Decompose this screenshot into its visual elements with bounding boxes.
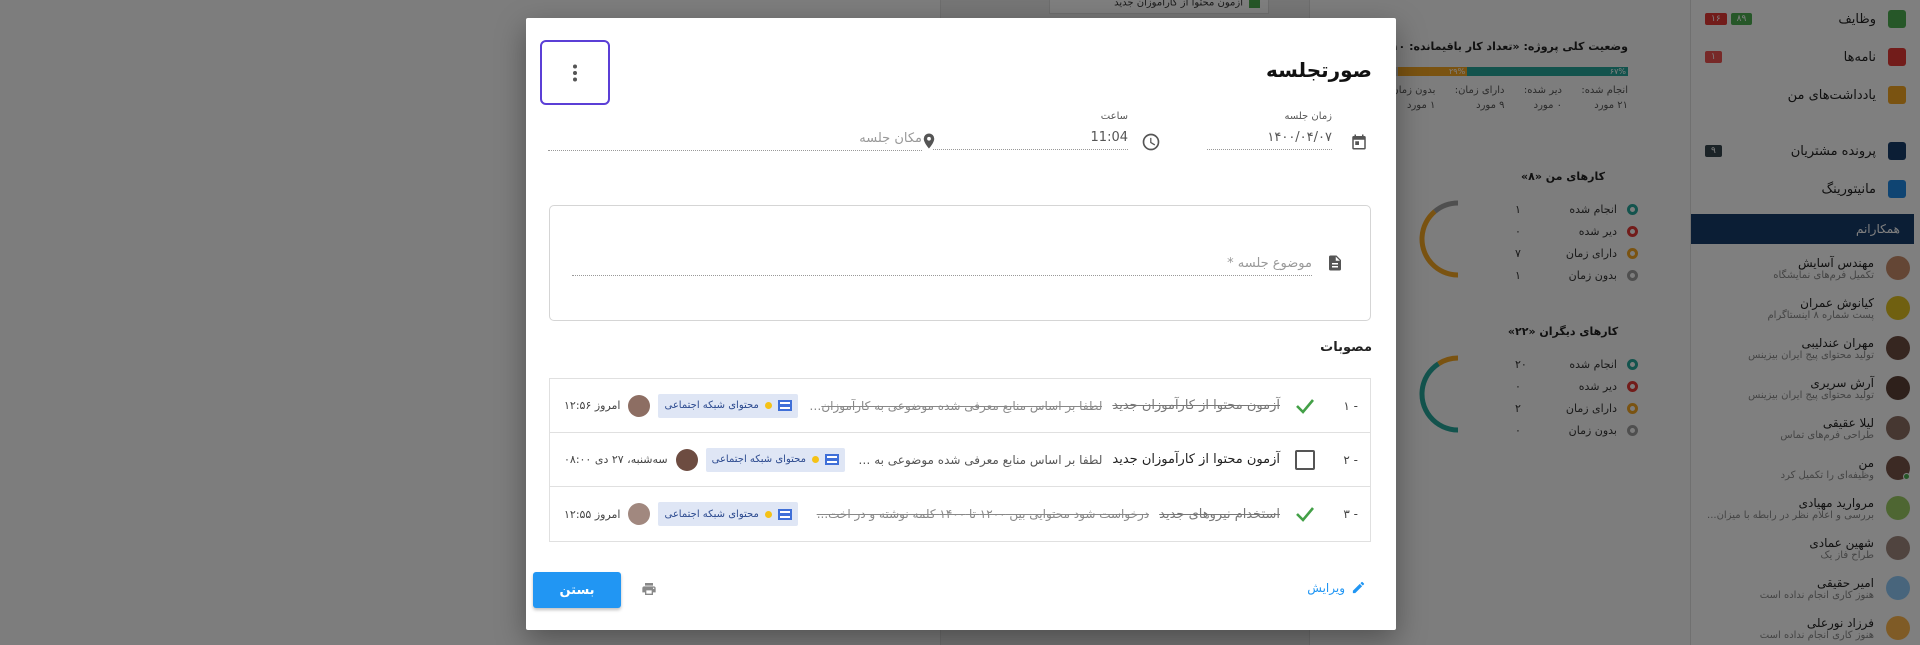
status-dot	[764, 402, 772, 409]
category-label: محتوای شبکه اجتماعی	[664, 508, 759, 520]
approval-date: سه‌شنبه، ۲۷ دی ۰۸:۰۰	[564, 453, 668, 466]
clock-icon	[1140, 131, 1162, 153]
avatar[interactable]	[675, 448, 698, 471]
checkmark-icon	[1296, 507, 1314, 522]
approval-date: امروز ۱۲:۵۶	[564, 399, 621, 412]
avatar[interactable]	[628, 394, 651, 417]
approvals-title: مصوبات	[1320, 340, 1372, 355]
approvals-list: ۱ - آزمون محتوا از کارآموزان جدید لطفا بر …	[549, 378, 1371, 542]
approval-row: ۱ - آزمون محتوا از کارآموزان جدید لطفا بر …	[550, 379, 1370, 433]
category-label: محتوای شبکه اجتماعی	[711, 454, 806, 465]
document-icon	[1324, 252, 1346, 274]
kebab-menu-icon	[573, 64, 577, 81]
category-tag[interactable]: محتوای شبکه اجتماعی	[658, 502, 798, 526]
category-label: محتوای شبکه اجتماعی	[664, 400, 759, 411]
category-tag[interactable]: محتوای شبکه اجتماعی	[658, 393, 798, 418]
time-input[interactable]: 11:04	[933, 126, 1128, 150]
date-input[interactable]: ۱۴۰۰/۰۴/۰۷	[1207, 126, 1332, 150]
minutes-dialog: صورتجلسه زمان جلسه ۱۴۰۰/۰۴/۰۷ ساعت 11:04…	[526, 18, 1396, 630]
done-check[interactable]	[1294, 503, 1316, 525]
board-icon	[824, 454, 839, 465]
approval-row: ۲ - آزمون محتوا از کارآموزان جدید لطفا بر …	[550, 433, 1370, 487]
checkmark-icon	[1296, 398, 1314, 414]
edit-label: ویرایش	[1307, 580, 1345, 595]
close-button[interactable]: بستن	[533, 572, 621, 608]
status-dot	[764, 510, 772, 518]
checkbox-box	[1295, 449, 1315, 470]
subject-section: موضوع جلسه *	[549, 205, 1371, 321]
avatar[interactable]	[628, 503, 651, 525]
approval-number: ۱ -	[1343, 398, 1358, 413]
approval-title[interactable]: استخدام نیروهای جدید	[1159, 507, 1280, 522]
approval-description: لطفا بر اساس منابع معرفی شده موضوعی به ک…	[807, 398, 1103, 413]
approval-number: ۲ -	[1343, 452, 1358, 467]
approval-checkbox[interactable]	[1294, 449, 1316, 471]
category-tag[interactable]: محتوای شبکه اجتماعی	[705, 447, 845, 472]
approval-number: ۳ -	[1343, 507, 1358, 521]
approval-date: امروز ۱۲:۵۵	[564, 507, 621, 521]
approval-title[interactable]: آزمون محتوا از کارآموزان جدید	[1112, 398, 1280, 413]
date-label: زمان جلسه	[1284, 111, 1332, 122]
approval-description: درخواست شود محتوایی بین ۱۲۰۰ تا ۱۴۰۰ کلم…	[816, 507, 1150, 521]
approval-description: لطفا بر اساس منابع معرفی شده موضوعی به ک…	[854, 452, 1103, 467]
done-check[interactable]	[1294, 395, 1316, 417]
more-options-button[interactable]	[540, 40, 610, 105]
location-input[interactable]: مکان جلسه	[548, 127, 922, 151]
edit-button[interactable]: ویرایش	[1307, 580, 1366, 595]
dialog-title: صورتجلسه	[1266, 58, 1372, 82]
approval-title[interactable]: آزمون محتوا از کارآموزان جدید	[1112, 452, 1280, 467]
calendar-icon	[1348, 131, 1370, 153]
printer-icon	[642, 583, 656, 595]
status-dot	[811, 456, 819, 463]
subject-input[interactable]: موضوع جلسه *	[572, 252, 1312, 276]
time-label: ساعت	[1100, 111, 1128, 122]
print-button[interactable]	[638, 578, 660, 600]
pencil-icon	[1352, 581, 1365, 594]
board-icon	[777, 508, 792, 520]
board-icon	[777, 400, 792, 411]
approval-row: ۳ - استخدام نیروهای جدید درخواست شود محتوا…	[550, 487, 1370, 541]
